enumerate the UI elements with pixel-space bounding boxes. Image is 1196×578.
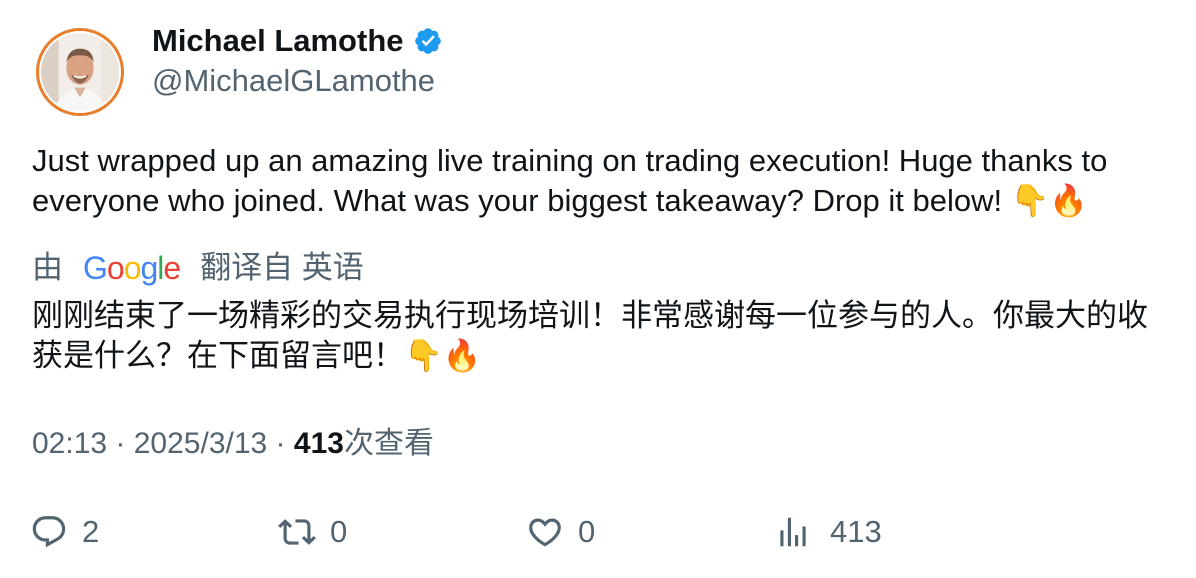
meta-separator: · (267, 427, 294, 460)
tweet-text: Just wrapped up an amazing live training… (32, 143, 1108, 218)
views-count: 413 (293, 427, 344, 460)
meta-separator: · (107, 427, 134, 460)
reply-button[interactable]: 2 (30, 510, 99, 554)
reply-count: 2 (82, 514, 100, 549)
verified-badge-icon[interactable] (413, 26, 443, 56)
translation-attribution: 由 Google 翻译自 英语 (32, 248, 364, 288)
heart-icon (526, 513, 564, 551)
reply-bubble-icon (30, 513, 68, 551)
avatar-portrait-image (41, 33, 119, 111)
author-name-row[interactable]: Michael Lamothe (152, 22, 443, 60)
tweet-card: Michael Lamothe @MichaelGLamothe Just wr… (0, 0, 1196, 578)
repost-arrows-icon (278, 513, 316, 551)
translation-prefix: 由 (32, 250, 63, 285)
views-label: 次查看 (343, 427, 434, 460)
author-name[interactable]: Michael Lamothe (152, 22, 404, 60)
tweet-time[interactable]: 02:13 (32, 427, 107, 460)
action-bar: 2 0 0 413 (0, 510, 1196, 554)
like-button[interactable]: 0 (526, 510, 595, 554)
views-button[interactable]: 413 (774, 510, 882, 554)
tweet-meta: 02:13 · 2025/3/13 · 413次查看 (32, 424, 434, 464)
bar-chart-icon (774, 513, 812, 551)
repost-button[interactable]: 0 (278, 510, 347, 554)
google-logo[interactable]: Google (83, 248, 181, 288)
avatar-photo (39, 31, 121, 113)
translation-suffix: 翻译自 英语 (200, 250, 364, 285)
author-handle[interactable]: @MichaelGLamothe (152, 62, 435, 100)
avatar[interactable] (36, 28, 124, 116)
tweet-date[interactable]: 2025/3/13 (134, 427, 267, 460)
repost-count: 0 (330, 514, 348, 549)
like-count: 0 (578, 514, 596, 549)
translated-tweet-text: 刚刚结束了一场精彩的交易执行现场培训！非常感谢每一位参与的人。你最大的收获是什么… (32, 298, 1148, 373)
views-action-count: 413 (830, 514, 882, 549)
